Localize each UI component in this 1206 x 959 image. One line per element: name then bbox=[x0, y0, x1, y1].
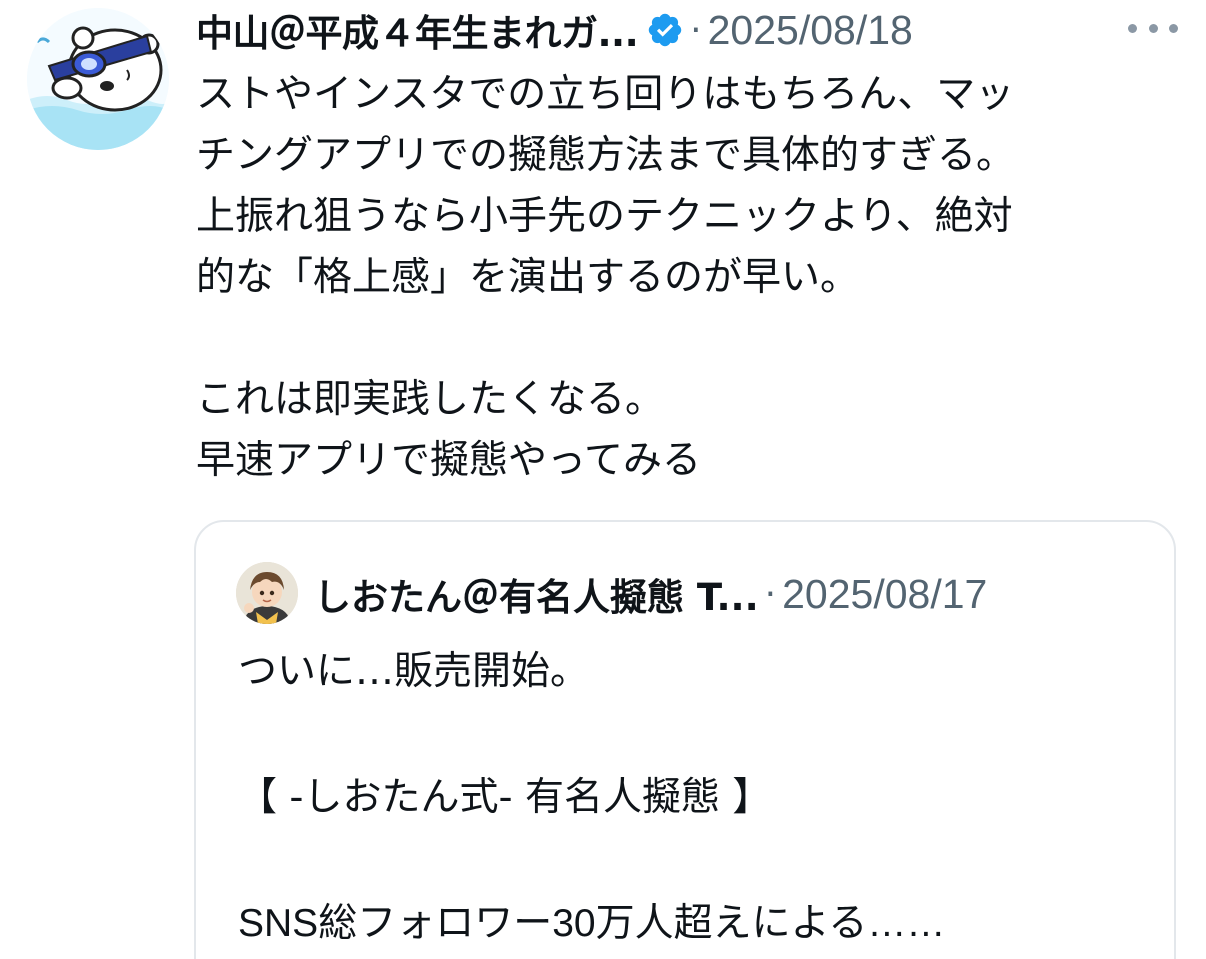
header-separator: · bbox=[690, 9, 702, 51]
tweet-text-line: 的な「格上感」を演出するのが早い。 bbox=[196, 255, 860, 300]
more-dot bbox=[1128, 23, 1137, 33]
header-separator: · bbox=[764, 573, 777, 615]
more-dot bbox=[1169, 23, 1178, 33]
tweet-text-line: これは即実践したくなる。 bbox=[196, 377, 665, 422]
quoted-text-line: SNS総フォロワー30万人超えによる…… bbox=[238, 902, 946, 945]
quoted-tweet-text: ついに…販売開始。 【 -しおたん式- 有名人擬態 】 SNS総フォロワー30万… bbox=[238, 640, 1158, 955]
more-dot bbox=[1148, 23, 1158, 33]
quoted-author-avatar[interactable] bbox=[236, 562, 298, 624]
quoted-text-line: ついに…販売開始。 bbox=[238, 649, 590, 694]
tweet-text-line bbox=[196, 308, 1186, 369]
tweet-text: ストやインスタでの立ち回りはもちろん、マッ チングアプリでの擬態方法まで具体的す… bbox=[196, 64, 1186, 491]
quoted-tweet-header: しおたん＠有名人擬態 T... · 2025/08/17 bbox=[314, 566, 987, 622]
quoted-text-line bbox=[238, 829, 1158, 892]
quoted-author-name[interactable]: しおたん＠有名人擬態 T... bbox=[314, 567, 759, 621]
verified-badge-icon bbox=[648, 13, 682, 47]
more-options-icon[interactable] bbox=[1128, 18, 1178, 38]
swimmer-bear-avatar-icon bbox=[27, 8, 169, 150]
author-name[interactable]: 中山＠平成４年生まれガ... bbox=[196, 3, 639, 57]
tweet[interactable]: 中山＠平成４年生まれガ... · 2025/08/18 ストやインスタでの立ち回… bbox=[0, 0, 1206, 959]
boy-character-avatar-icon bbox=[236, 562, 298, 624]
tweet-text-line: 早速アプリで擬態やってみる bbox=[196, 438, 702, 483]
tweet-text-line: 上振れ狙うなら小手先のテクニックより、絶対 bbox=[196, 194, 1013, 239]
tweet-date[interactable]: 2025/08/18 bbox=[708, 7, 913, 54]
quoted-tweet-date[interactable]: 2025/08/17 bbox=[782, 571, 987, 618]
tweet-text-line: ストやインスタでの立ち回りはもちろん、マッ bbox=[196, 72, 1015, 117]
quoted-text-line bbox=[238, 703, 1158, 766]
tweet-header: 中山＠平成４年生まれガ... · 2025/08/18 bbox=[196, 2, 1196, 58]
quoted-text-line: 【 -しおたん式- 有名人擬態 】 bbox=[238, 775, 772, 820]
tweet-text-line: チングアプリでの擬態方法まで具体的すぎる。 bbox=[196, 133, 1016, 178]
author-avatar[interactable] bbox=[27, 8, 169, 150]
quoted-tweet[interactable]: しおたん＠有名人擬態 T... · 2025/08/17 ついに…販売開始。 【… bbox=[194, 520, 1176, 959]
